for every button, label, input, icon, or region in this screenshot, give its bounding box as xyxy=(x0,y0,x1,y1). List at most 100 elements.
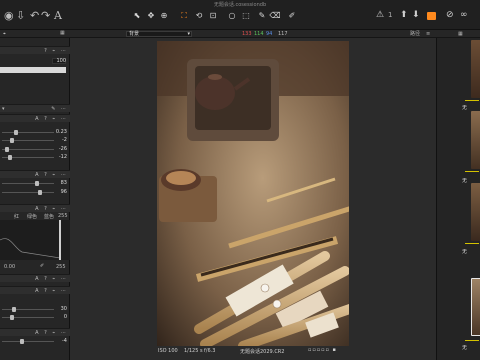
curve-high-value[interactable]: 255 xyxy=(56,264,66,270)
thumbnail-marker xyxy=(465,171,479,172)
tool-header-icons[interactable]: ✎ ⋯ xyxy=(51,106,68,112)
exposure-slider[interactable]: 0.23 xyxy=(0,129,70,136)
contrast-slider[interactable]: -2 xyxy=(0,137,70,144)
saturation-value[interactable]: -12 xyxy=(59,154,67,160)
thumbnail-label: 无 xyxy=(462,105,468,111)
path-label: 路径 xyxy=(410,31,421,37)
levels-max-value[interactable]: 255 xyxy=(58,213,68,219)
slider-knob[interactable] xyxy=(8,155,12,160)
vignette-value[interactable]: -4 xyxy=(62,338,67,344)
camera-icon[interactable]: ◉ xyxy=(4,10,14,21)
stack-icon[interactable] xyxy=(427,12,436,20)
eraser-tool-icon[interactable]: ⌫ xyxy=(269,10,281,21)
undo-icon[interactable]: ↶ xyxy=(30,10,39,21)
filmstrip-grid-icon[interactable]: ▦ xyxy=(458,31,463,37)
levels-channel-red[interactable]: 红 xyxy=(14,213,19,220)
curve-svg[interactable] xyxy=(0,220,70,260)
levels-channel-green[interactable]: 绿色 xyxy=(27,213,37,220)
clarity-slider[interactable]: 30 xyxy=(0,306,70,313)
thumbnail-label: 无 xyxy=(462,249,468,255)
proof-glasses-icon[interactable]: ∞ xyxy=(460,10,468,21)
readout-l: 117 xyxy=(278,31,288,37)
slider-knob[interactable] xyxy=(20,339,24,344)
structure-value[interactable]: 0 xyxy=(64,314,67,320)
list-view-icon[interactable]: ≡ xyxy=(426,31,430,37)
brightness-value[interactable]: -26 xyxy=(59,146,67,152)
tool-header-icons[interactable]: A ? ⌁ ⋯ xyxy=(35,330,68,336)
readout-r: 133 xyxy=(242,31,252,37)
brush-tool-icon[interactable]: ✎ xyxy=(256,10,268,21)
grid-view-icon[interactable]: ▦ xyxy=(60,30,65,36)
slider-knob[interactable] xyxy=(38,190,42,195)
photo-preview[interactable] xyxy=(157,41,349,346)
thumbnail-marker xyxy=(465,243,479,244)
top-value[interactable]: 100 xyxy=(56,58,66,64)
adjustments-panel: ? ⌁ ⋯ 100 ▾ ✎ ⋯ A ? ⌁ ⋯ 0.23 -2 -26 -12 … xyxy=(0,38,70,360)
cursor-tool-icon[interactable]: ⬉ xyxy=(131,10,143,21)
collapse-icon[interactable]: ▾ xyxy=(2,106,5,112)
thumbnail[interactable] xyxy=(471,183,480,241)
slider-knob[interactable] xyxy=(35,181,39,186)
highlight-value[interactable]: 83 xyxy=(61,180,67,186)
slider-track xyxy=(2,132,54,133)
tool-header-icons[interactable]: A ? ⌁ ⋯ xyxy=(35,288,68,294)
copy-adjustments-icon[interactable]: ⬆ xyxy=(400,10,408,21)
exposure-value[interactable]: 0.23 xyxy=(56,129,67,135)
background-select[interactable]: 背景 ▾ xyxy=(126,31,192,37)
tool-header-icons[interactable]: A ? ⌁ ⋯ xyxy=(35,116,68,122)
pin-icon[interactable]: ⌖ xyxy=(3,31,6,37)
brightness-slider[interactable]: -26 xyxy=(0,146,70,153)
viewer-canvas[interactable]: ISO 100 1/125 s f/6.3 无题会话2029.CR2 ▫▫▫▫▫… xyxy=(70,38,436,360)
layer-tool-icon[interactable]: ⬚ xyxy=(240,10,252,21)
hand-tool-icon[interactable]: ✥ xyxy=(145,10,157,21)
slider-knob[interactable] xyxy=(10,138,14,143)
rating-icons[interactable]: ▫▫▫▫▫ ▪ xyxy=(308,347,337,353)
vignette-slider[interactable]: -4 xyxy=(0,338,70,345)
slider-knob[interactable] xyxy=(10,315,14,320)
paste-adjustments-icon[interactable]: ⬇ xyxy=(412,10,420,21)
tool-header-icons[interactable]: A ? ⌁ ⋯ xyxy=(35,206,68,212)
tool-header: ▾ ✎ ⋯ xyxy=(0,104,70,112)
keystone-tool-icon[interactable]: ⊡ xyxy=(207,10,219,21)
picker-tool-icon[interactable]: ✐ xyxy=(286,10,298,21)
thumbnail[interactable] xyxy=(471,111,480,169)
slider-track xyxy=(2,183,54,184)
highlight-slider[interactable]: 83 xyxy=(0,180,70,187)
clarity-value[interactable]: 30 xyxy=(61,306,67,312)
slider-knob[interactable] xyxy=(14,130,18,135)
structure-slider[interactable]: 0 xyxy=(0,314,70,321)
color-balance-strip[interactable] xyxy=(0,67,66,73)
zoom-tool-icon[interactable]: ⊕ xyxy=(158,10,170,21)
slider-track xyxy=(2,149,54,150)
slider-knob[interactable] xyxy=(5,147,9,152)
thumbnail-selected[interactable] xyxy=(471,278,480,336)
crop-tool-icon[interactable]: ⛶ xyxy=(178,10,190,21)
tool-header: A ? ⌁ ⋯ xyxy=(0,204,70,212)
warning-icon[interactable]: ⚠ xyxy=(376,10,384,21)
photo-svg xyxy=(157,41,349,346)
tool-header-icons[interactable]: A ? ⌁ ⋯ xyxy=(35,276,68,282)
readout-g: 114 xyxy=(254,31,264,37)
shadow-slider[interactable]: 96 xyxy=(0,189,70,196)
text-tool-icon[interactable]: A xyxy=(54,10,62,21)
contrast-value[interactable]: -2 xyxy=(62,137,67,143)
curve-line xyxy=(0,220,61,259)
rotate-tool-icon[interactable]: ⟲ xyxy=(193,10,205,21)
exposure-warning-icon[interactable]: ⊘ xyxy=(446,10,454,21)
slider-track xyxy=(2,192,54,193)
curve-graph[interactable] xyxy=(0,220,70,260)
slider-knob[interactable] xyxy=(12,307,16,312)
chevron-down-icon: ▾ xyxy=(187,31,190,37)
spot-tool-icon[interactable]: ○ xyxy=(226,10,238,21)
eyedropper-icon[interactable]: ✐ xyxy=(40,263,44,269)
shadow-value[interactable]: 96 xyxy=(61,189,67,195)
levels-channel-blue[interactable]: 蓝色 xyxy=(44,213,54,220)
curve-low-value[interactable]: 0.00 xyxy=(4,264,15,270)
tool-header-icons[interactable]: ? ⌁ ⋯ xyxy=(44,48,68,54)
status-aperture: f/6.3 xyxy=(204,348,216,354)
redo-icon[interactable]: ↷ xyxy=(41,10,50,21)
saturation-slider[interactable]: -12 xyxy=(0,154,70,161)
import-icon[interactable]: ⇩ xyxy=(16,10,25,21)
thumbnail[interactable] xyxy=(471,40,480,98)
tool-header-icons[interactable]: A ? ⌁ ⋯ xyxy=(35,172,68,178)
